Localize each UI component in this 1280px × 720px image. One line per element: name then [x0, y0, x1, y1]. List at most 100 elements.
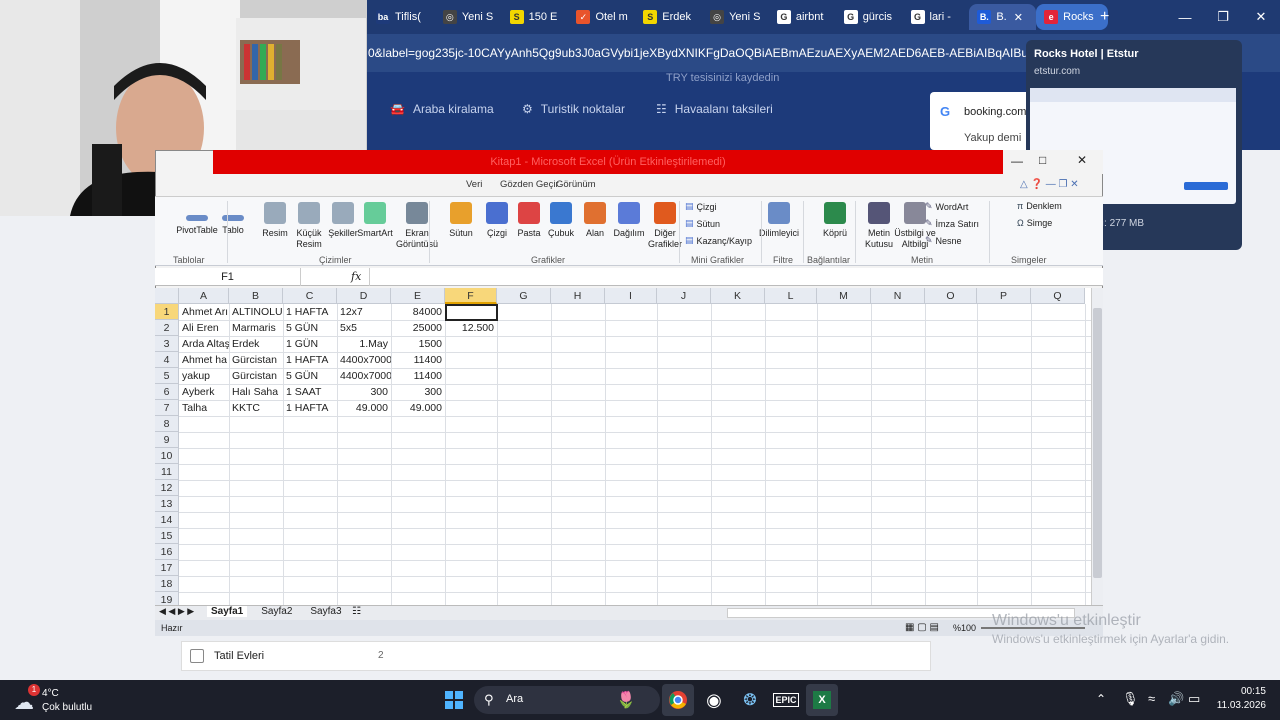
column-header[interactable]: F	[445, 288, 497, 304]
selected-cell[interactable]	[445, 304, 498, 321]
name-box[interactable]: F1	[155, 268, 301, 286]
table-cell[interactable]: 12.500	[445, 320, 497, 336]
column-header[interactable]: N	[871, 288, 925, 304]
symbol-button[interactable]: Ω Simge	[1017, 218, 1052, 228]
ribbon-button[interactable]: Dilimleyici	[755, 202, 803, 239]
text-tool-button[interactable]: ✎ İmza Satırı	[925, 218, 979, 229]
column-header[interactable]: O	[925, 288, 977, 304]
clock[interactable]: 00:15 11.03.2026	[1210, 686, 1266, 711]
row-header[interactable]: 9	[155, 432, 179, 448]
table-cell[interactable]: 25000	[391, 320, 445, 336]
column-header[interactable]: H	[551, 288, 605, 304]
row-header[interactable]: 18	[155, 576, 179, 592]
table-cell[interactable]: Halı Saha	[229, 384, 283, 400]
maximize-button[interactable]: ❐	[1204, 0, 1242, 34]
excel-maximize-button[interactable]: □	[1039, 153, 1046, 167]
ribbon-tab[interactable]: Görünüm	[556, 179, 596, 190]
table-cell[interactable]: Erdek	[229, 336, 283, 352]
text-tool-button[interactable]: ✎ Nesne	[925, 235, 962, 246]
table-cell[interactable]: 49.000	[337, 400, 391, 416]
minimize-button[interactable]: —	[1166, 0, 1204, 34]
browser-tab[interactable]: ba Tiflis(	[368, 4, 435, 30]
table-cell[interactable]: Ali Eren	[179, 320, 229, 336]
table-cell[interactable]: Gürcistan	[229, 368, 283, 384]
start-button[interactable]	[438, 684, 470, 716]
table-cell[interactable]: 5 GÜN	[283, 368, 337, 384]
ribbon-help-icons[interactable]: △ ❓ — ❐ ✕	[1020, 179, 1079, 190]
table-cell[interactable]: 1 SAAT	[283, 384, 337, 400]
nav-attractions[interactable]: ⚙ Turistik noktalar	[522, 102, 625, 116]
row-header[interactable]: 13	[155, 496, 179, 512]
close-window-button[interactable]: ✕	[1242, 0, 1280, 34]
taskbar-search[interactable]: ⚲ Ara 🌷	[474, 686, 660, 714]
vertical-scrollbar[interactable]	[1091, 288, 1103, 606]
browser-tab[interactable]: e Rocks	[1036, 4, 1108, 30]
excel-close-button[interactable]: ✕	[1077, 153, 1087, 167]
column-header[interactable]: C	[283, 288, 337, 304]
column-header[interactable]: G	[497, 288, 551, 304]
mini-chart-button[interactable]: ▤ Çizgi	[685, 201, 717, 212]
formula-input[interactable]	[369, 268, 1099, 286]
table-cell[interactable]: 1 HAFTA	[283, 352, 337, 368]
row-header[interactable]: 8	[155, 416, 179, 432]
row-header[interactable]: 11	[155, 464, 179, 480]
excel-minimize-button[interactable]: —	[1011, 154, 1023, 168]
table-cell[interactable]: Marmaris	[229, 320, 283, 336]
table-cell[interactable]: Ahmet ha	[179, 352, 229, 368]
browser-tab[interactable]: S 150 E	[502, 4, 569, 30]
table-cell[interactable]: Arda Altaş	[179, 336, 229, 352]
row-header[interactable]: 10	[155, 448, 179, 464]
row-header[interactable]: 17	[155, 560, 179, 576]
table-cell[interactable]: ALTINOLUK	[229, 304, 283, 320]
table-cell[interactable]: 4400x7000	[337, 352, 391, 368]
column-header[interactable]: I	[605, 288, 657, 304]
table-cell[interactable]: Gürcistan	[229, 352, 283, 368]
browser-tab[interactable]: Gairbnt	[769, 4, 836, 30]
browser-tab[interactable]: Glari -	[903, 4, 970, 30]
row-header[interactable]: 14	[155, 512, 179, 528]
epic-taskbar-icon[interactable]: EPIC	[770, 684, 802, 716]
row-header[interactable]: 2	[155, 320, 179, 336]
table-cell[interactable]: 1500	[391, 336, 445, 352]
chrome-taskbar-icon[interactable]	[662, 684, 694, 716]
insert-sheet-icon[interactable]: ☷	[352, 606, 361, 617]
wifi-icon[interactable]: ≈	[1148, 691, 1155, 706]
column-header[interactable]: D	[337, 288, 391, 304]
table-cell[interactable]: Talha	[179, 400, 229, 416]
select-all-corner[interactable]	[155, 288, 179, 304]
obs-taskbar-icon[interactable]: ◉	[698, 684, 730, 716]
column-header[interactable]: J	[657, 288, 711, 304]
browser-tab[interactable]: Ggürcis	[836, 4, 903, 30]
row-header[interactable]: 7	[155, 400, 179, 416]
browser-tab[interactable]: ✓ Otel m	[568, 4, 635, 30]
column-header[interactable]: M	[817, 288, 871, 304]
browser-tab[interactable]: ◎ Yeni S	[702, 4, 769, 30]
google-popup[interactable]: G booking.com Yakup demi	[930, 92, 1030, 150]
table-cell[interactable]: 11400	[391, 368, 445, 384]
column-header[interactable]: P	[977, 288, 1031, 304]
mini-chart-button[interactable]: ▤ Kazanç/Kayıp	[685, 235, 752, 246]
column-header[interactable]: B	[229, 288, 283, 304]
ribbon-button[interactable]: Diğer Grafikler	[641, 202, 689, 250]
table-cell[interactable]: 5x5	[337, 320, 391, 336]
symbol-button[interactable]: π Denklem	[1017, 201, 1062, 211]
row-header[interactable]: 16	[155, 544, 179, 560]
row-header[interactable]: 1	[155, 304, 179, 320]
table-cell[interactable]: 11400	[391, 352, 445, 368]
row-header[interactable]: 6	[155, 384, 179, 400]
table-cell[interactable]: 300	[391, 384, 445, 400]
sheet-tab[interactable]: Sayfa2	[257, 606, 296, 617]
text-tool-button[interactable]: ✎ WordArt	[925, 201, 968, 212]
new-tab-button[interactable]: +	[1100, 8, 1109, 26]
table-cell[interactable]: KKTC	[229, 400, 283, 416]
table-cell[interactable]: 49.000	[391, 400, 445, 416]
spreadsheet-grid[interactable]: A B C D E F G H I J K L M N O P Q 1 2 3 4 5 6 7 8 9 10 11 12 13 14 15 16…	[155, 288, 1091, 606]
tab-close-icon[interactable]: ✕	[1014, 11, 1023, 24]
column-header[interactable]: E	[391, 288, 445, 304]
table-cell[interactable]: yakup	[179, 368, 229, 384]
nav-airport-taxi[interactable]: ☷ Havaalanı taksileri	[656, 102, 773, 116]
row-header[interactable]: 19	[155, 592, 179, 606]
nav-car-rental[interactable]: 🚘 Araba kiralama	[390, 102, 494, 116]
tray-chevron-icon[interactable]: ⌃	[1096, 692, 1106, 706]
filter-row[interactable]: Tatil Evleri 2	[181, 641, 931, 671]
